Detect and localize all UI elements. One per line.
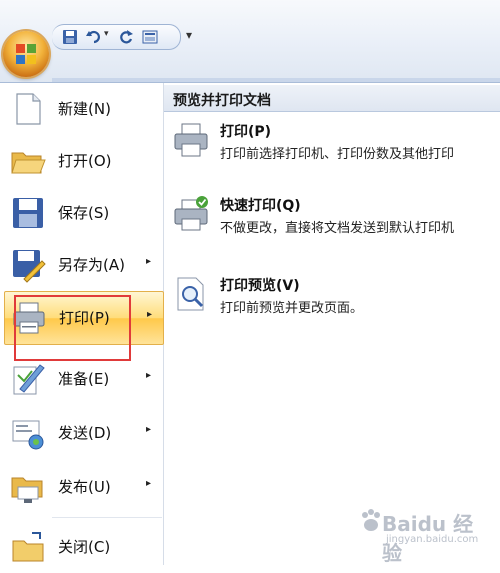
menu-item-print[interactable]: 打印(P) ▸ [4,291,164,345]
quick-access-toolbar: ▾ [52,24,181,50]
save-icon[interactable] [62,29,78,45]
option-print-preview[interactable]: 打印预览(V) 打印前预览并更改页面。 [164,269,500,331]
menu-item-send[interactable]: 发送(D) ▸ [4,407,162,459]
watermark: Baidu 经验 jingyan.baidu.com [352,504,492,565]
undo-dropdown-icon[interactable]: ▾ [104,29,109,39]
office-button[interactable] [3,31,49,77]
menu-item-new[interactable]: 新建(N) [4,83,162,135]
undo-icon[interactable] [86,29,102,45]
publish-icon [11,477,43,503]
save-icon [13,198,43,228]
close-folder-icon [12,532,44,562]
menu-separator [52,517,162,518]
new-document-icon [16,93,41,125]
panel-header: 预览并打印文档 [164,85,500,112]
open-folder-icon [11,152,46,174]
quick-print-icon [174,196,208,231]
menu-item-close[interactable]: 关闭(C) [4,521,162,573]
submenu-arrow-icon: ▸ [146,424,152,435]
send-icon [12,420,44,450]
submenu-arrow-icon: ▸ [146,478,152,489]
save-as-icon [13,250,46,283]
print-preview-icon [177,277,204,311]
office-menu: 新建(N) 打开(O) 保存(S) 另存为(A) ▸ 打印(P) ▸ 准备(E)… [0,82,500,565]
menu-item-publish[interactable]: 发布(U) ▸ [4,461,162,513]
print-preview-icon[interactable] [142,29,158,45]
printer-icon [174,123,208,157]
option-quick-print[interactable]: 快速打印(Q) 不做更改，直接将文档发送到默认打印机 [164,189,500,251]
office-orb-icon [16,44,36,64]
title-bar: ▾ ▾ [0,0,500,82]
submenu-arrow-icon: ▸ [146,370,152,381]
menu-item-open[interactable]: 打开(O) [4,135,162,187]
submenu-arrow-icon: ▸ [146,256,152,267]
customize-qat-icon[interactable]: ▾ [186,28,192,42]
baidu-paw-icon [362,509,380,531]
submenu-arrow-icon: ▸ [147,309,153,320]
print-panel: 预览并打印文档 打印(P) 打印前选择打印机、打印份数及其他打印 快速打印(Q)… [164,83,500,565]
prepare-icon [13,364,45,395]
menu-item-prepare[interactable]: 准备(E) ▸ [4,353,162,405]
menu-item-save-as[interactable]: 另存为(A) ▸ [4,239,162,291]
redo-icon[interactable] [118,29,134,45]
option-print[interactable]: 打印(P) 打印前选择打印机、打印份数及其他打印 [164,115,500,177]
menu-item-save[interactable]: 保存(S) [4,187,162,239]
printer-icon [13,302,45,334]
menu-commands: 新建(N) 打开(O) 保存(S) 另存为(A) ▸ 打印(P) ▸ 准备(E)… [0,83,164,565]
